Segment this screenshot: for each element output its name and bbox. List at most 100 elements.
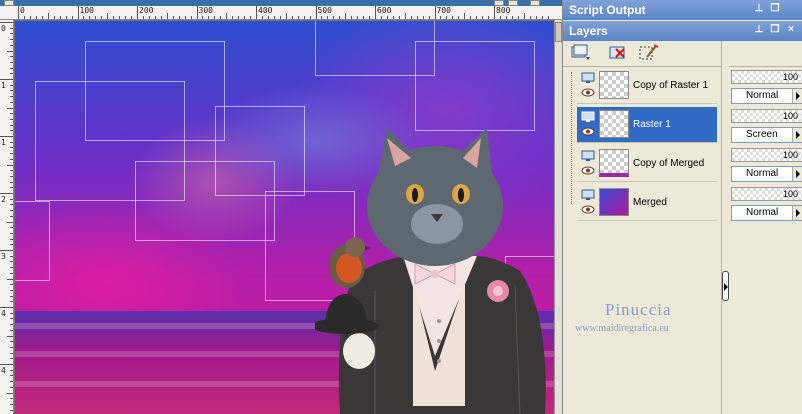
ruler-minor-tick [7,278,13,280]
close-icon[interactable]: × [785,24,797,36]
layer-visibility-monitor-icon[interactable] [581,150,595,162]
eye-icon[interactable] [581,127,595,136]
eye-icon[interactable] [581,88,595,97]
script-output-titlebar[interactable]: Script Output ⊥ ❐ [563,0,802,20]
ruler-tick [196,6,198,19]
ruler-tick [375,6,376,19]
panel-splitter[interactable] [721,41,729,414]
ruler-minor-tick [202,16,204,19]
splitter-expand-button[interactable] [722,271,729,301]
ruler-minor-tick [416,16,418,19]
layer-visibility-monitor-icon[interactable] [581,72,595,84]
ruler-label: 3 [1,252,6,261]
ruler-tick [0,364,13,365]
blend-mode-value: Screen [746,129,778,140]
edit-selection-icon[interactable] [637,43,659,63]
ruler-minor-tick [131,16,133,19]
layer-visibility-monitor-icon[interactable] [581,111,595,123]
ruler-minor-tick [10,56,13,58]
vertical-ruler[interactable]: 0 1 1 2 3 4 4 [0,20,14,414]
ruler-minor-tick [7,335,13,337]
dropdown-arrow-icon[interactable] [792,89,802,103]
ruler-minor-tick [10,352,13,354]
ruler-minor-tick [279,16,281,19]
ruler-minor-tick [101,16,103,19]
ruler-minor-tick [10,118,13,120]
blend-mode-dropdown[interactable]: Normal [731,88,802,104]
blend-mode-dropdown[interactable]: Normal [731,205,802,221]
eye-icon[interactable] [581,166,595,175]
dropdown-arrow-icon[interactable] [792,167,802,181]
dropdown-arrow-icon[interactable] [792,206,802,220]
ruler-minor-tick [238,16,240,19]
ruler-label: 600 [377,6,392,15]
blend-mode-dropdown[interactable]: Screen [731,127,802,143]
new-layer-icon[interactable] [569,43,591,63]
ruler-minor-tick [10,244,13,246]
opacity-slider[interactable]: 100 [731,70,802,84]
layer-properties-column: 100 Normal 100 Screen 100 Normal 100 Nor… [729,68,802,414]
ruler-minor-tick [10,61,13,63]
ruler-minor-tick [10,175,13,177]
ruler-label: 4 [1,309,6,318]
ruler-minor-tick [59,16,61,19]
ruler-minor-tick [10,398,13,400]
layer-row[interactable]: Merged [577,185,717,221]
ruler-minor-tick [83,16,85,19]
image-window: 0 100 200 300 400 500 600 700 800 0 1 1 2 3 4 4 [0,0,562,414]
ruler-minor-tick [267,16,269,19]
ruler-minor-tick [10,284,13,286]
layer-list: Copy of Raster 1 Raster 1 Copy of Merged… [563,68,721,414]
pin-icon[interactable]: ⊥ [753,3,765,15]
ruler-minor-tick [10,386,13,388]
ruler-label: 400 [258,6,273,15]
scrollbar-thumb[interactable] [555,22,562,42]
delete-layer-icon[interactable] [607,43,629,63]
ruler-minor-tick [244,16,246,19]
ruler-minor-tick [303,16,305,19]
ruler-minor-tick [351,16,353,19]
ruler-minor-tick [541,16,543,19]
ruler-tick [0,22,13,23]
eye-icon[interactable] [581,205,595,214]
ruler-minor-tick [369,16,371,19]
ruler-tick [0,307,13,308]
ruler-minor-tick [446,16,448,19]
ruler-minor-tick [10,301,13,303]
ruler-label: 300 [198,6,213,15]
ruler-minor-tick [41,16,43,19]
ruler-minor-tick [10,84,13,86]
ruler-minor-tick [10,324,13,326]
layer-row[interactable]: Raster 1 [577,107,717,143]
ruler-label: 1 [1,138,6,147]
vertical-scrollbar[interactable] [554,20,562,414]
ruler-minor-tick [95,16,97,19]
ruler-tick [18,6,19,19]
restore-icon[interactable]: ❐ [769,24,781,36]
dropdown-arrow-icon[interactable] [792,128,802,142]
horizontal-ruler[interactable]: 0 100 200 300 400 500 600 700 800 [0,6,562,20]
frame-line [85,41,225,141]
ruler-minor-tick [422,16,424,19]
layer-visibility-monitor-icon[interactable] [581,189,595,201]
restore-icon[interactable]: ❐ [769,3,781,15]
ruler-minor-tick [10,101,13,103]
layer-row[interactable]: Copy of Merged [577,146,717,182]
pin-icon[interactable]: ⊥ [753,24,765,36]
palette-dock: Script Output ⊥ ❐ Layers ⊥ ❐ × Copy of R… [562,0,802,414]
script-output-title: Script Output [569,3,646,17]
ruler-minor-tick [309,16,311,19]
layer-row[interactable]: Copy of Raster 1 [577,68,717,104]
image-canvas[interactable] [15,21,554,414]
blend-mode-dropdown[interactable]: Normal [731,166,802,182]
ruler-minor-tick [410,16,412,19]
opacity-slider[interactable]: 100 [731,109,802,123]
opacity-slider[interactable]: 100 [731,187,802,201]
blend-mode-value: Normal [746,168,779,179]
opacity-slider[interactable]: 100 [731,148,802,162]
ruler-minor-tick [71,16,73,19]
layers-titlebar[interactable]: Layers ⊥ ❐ × [563,21,802,41]
ruler-minor-tick [505,16,507,19]
ruler-minor-tick [53,16,55,19]
ruler-minor-tick [458,16,460,19]
